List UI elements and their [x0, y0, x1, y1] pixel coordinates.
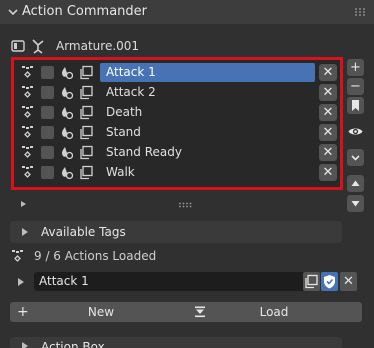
action-checkbox[interactable]	[41, 126, 54, 139]
remove-action-side-button[interactable]: −	[347, 78, 364, 95]
action-checkbox[interactable]	[41, 106, 54, 119]
new-action-button[interactable]: + New	[10, 302, 192, 322]
armature-row: Armature.001	[8, 37, 348, 57]
action-checkbox[interactable]	[41, 86, 54, 99]
action-keyframes-icon	[22, 146, 33, 158]
fake-user-icon[interactable]	[59, 85, 74, 100]
action-keyframes-icon	[22, 66, 33, 78]
action-row[interactable]: Stand ✕	[17, 123, 340, 142]
duplicate-action-button[interactable]	[303, 272, 320, 291]
expand-arrow-icon[interactable]	[18, 278, 24, 286]
triangle-down-icon	[351, 201, 360, 207]
action-name[interactable]: Attack 1	[100, 63, 315, 82]
unlink-action-button[interactable]: ✕	[340, 272, 357, 291]
panel-title: Action Commander	[22, 4, 148, 19]
duplicate-icon[interactable]	[79, 165, 94, 180]
available-tags-subpanel[interactable]: Available Tags	[10, 221, 342, 243]
bookmark-button[interactable]	[347, 97, 364, 114]
action-keyframes-icon	[22, 126, 33, 138]
action-name[interactable]: Walk	[100, 163, 315, 182]
action-list: Attack 1 ✕ Attack 2 ✕ Death ✕ Stand ✕ St…	[11, 57, 343, 190]
shield-icon	[324, 275, 335, 289]
remove-action-button[interactable]: ✕	[319, 144, 337, 161]
eye-icon	[348, 128, 363, 135]
fake-user-icon[interactable]	[59, 125, 74, 140]
action-box-label: Action Box	[41, 340, 105, 348]
fake-user-icon[interactable]	[59, 105, 74, 120]
remove-action-button[interactable]: ✕	[319, 164, 337, 181]
action-keyframes-icon	[22, 106, 33, 118]
fake-user-shield-button[interactable]	[321, 272, 338, 291]
chevron-down-icon	[351, 155, 360, 161]
drag-handle-icon[interactable]	[354, 7, 366, 17]
expand-arrow-icon	[22, 342, 28, 348]
action-name[interactable]: Death	[100, 103, 315, 122]
active-action-field[interactable]: Attack 1	[34, 272, 308, 291]
action-row[interactable]: Attack 1 ✕	[17, 63, 340, 82]
armature-name: Armature.001	[56, 39, 140, 53]
triangle-up-icon	[351, 180, 360, 186]
action-keyframes-icon	[12, 250, 23, 262]
move-up-button[interactable]	[347, 175, 364, 192]
remove-action-button[interactable]: ✕	[319, 64, 337, 81]
loaded-count-text: 9 / 6 Actions Loaded	[34, 249, 157, 263]
armature-icon	[32, 39, 44, 54]
action-name[interactable]: Stand Ready	[100, 143, 315, 162]
specials-menu-button[interactable]	[347, 149, 364, 166]
action-row[interactable]: Stand Ready ✕	[17, 143, 340, 162]
load-button-label: Load	[259, 305, 289, 319]
action-name[interactable]: Attack 2	[100, 83, 315, 102]
action-box-subpanel[interactable]: Action Box	[10, 337, 342, 348]
loaded-status: 9 / 6 Actions Loaded	[10, 248, 310, 266]
active-action-row: Attack 1 ✕	[10, 271, 360, 293]
move-down-button[interactable]	[347, 195, 364, 212]
action-row[interactable]: Attack 2 ✕	[17, 83, 340, 102]
fake-user-icon[interactable]	[59, 165, 74, 180]
action-checkbox[interactable]	[41, 166, 54, 179]
duplicate-icon[interactable]	[79, 105, 94, 120]
action-keyframes-icon	[22, 86, 33, 98]
action-checkbox[interactable]	[41, 66, 54, 79]
action-name[interactable]: Stand	[100, 123, 315, 142]
load-icon	[195, 306, 205, 318]
remove-action-button[interactable]: ✕	[319, 104, 337, 121]
remove-action-button[interactable]: ✕	[319, 124, 337, 141]
filter-options-toggle[interactable]	[21, 201, 26, 207]
duplicate-icon[interactable]	[79, 65, 94, 80]
add-action-button[interactable]: +	[347, 59, 364, 76]
bookmark-icon	[352, 100, 359, 111]
action-row[interactable]: Death ✕	[17, 103, 340, 122]
duplicate-icon[interactable]	[79, 85, 94, 100]
duplicate-icon	[305, 274, 318, 289]
action-row[interactable]: Walk ✕	[17, 163, 340, 182]
new-button-label: New	[87, 305, 115, 319]
available-tags-label: Available Tags	[41, 225, 126, 239]
visibility-toggle[interactable]	[347, 123, 364, 140]
expand-arrow-icon	[22, 228, 28, 236]
action-keyframes-icon	[22, 166, 33, 178]
rig-panel-icon	[11, 40, 25, 52]
duplicate-icon[interactable]	[79, 145, 94, 160]
list-resize-handle[interactable]	[178, 202, 192, 208]
plus-icon: +	[17, 304, 29, 320]
duplicate-icon[interactable]	[79, 125, 94, 140]
fake-user-icon[interactable]	[59, 65, 74, 80]
fake-user-icon[interactable]	[59, 145, 74, 160]
panel-header[interactable]: Action Commander	[0, 0, 374, 24]
load-action-button[interactable]: Load	[186, 302, 362, 322]
chevron-down-icon[interactable]	[8, 7, 18, 17]
action-checkbox[interactable]	[41, 146, 54, 159]
remove-action-button[interactable]: ✕	[319, 84, 337, 101]
